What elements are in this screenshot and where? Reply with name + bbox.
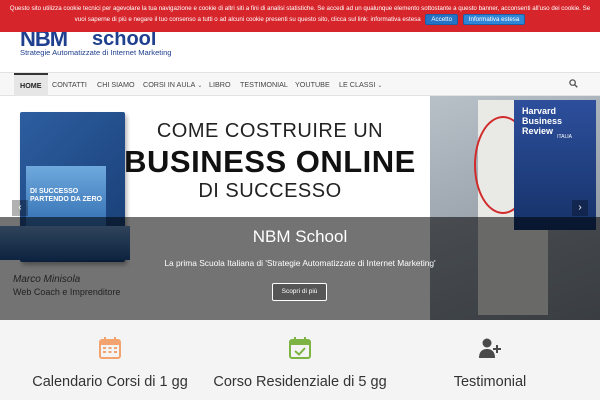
feature-label: Calendario Corsi di 1 gg: [32, 374, 188, 390]
nav-item-label: YOUTUBE: [295, 80, 330, 89]
nav-item-youtube[interactable]: YOUTUBE: [295, 73, 330, 96]
nav-item-libro[interactable]: LIBRO: [209, 73, 231, 96]
calendar-check-icon: [289, 337, 311, 359]
chevron-down-icon: ⌄: [377, 83, 383, 89]
cookie-info-button[interactable]: Informativa estesa: [462, 14, 526, 25]
nav-item-label: CORSI IN AULA: [143, 80, 196, 89]
nav-item-contatti[interactable]: CONTATTI: [52, 73, 87, 96]
main-nav: HOME CONTATTI CHI SIAMO CORSI IN AULA ⌄ L…: [0, 72, 600, 96]
nav-item-le-classi[interactable]: LE CLASSI ⌄: [339, 73, 382, 96]
logo-tagline: Strategie Automatizzate di Internet Mark…: [20, 48, 172, 57]
nav-item-corsi-in-aula[interactable]: CORSI IN AULA ⌄: [143, 73, 202, 96]
discover-more-button[interactable]: Scopri di più: [272, 283, 327, 301]
nav-item-label: LIBRO: [209, 80, 231, 89]
site-logo[interactable]: NBM school Strategie Automatizzate di In…: [20, 26, 190, 60]
features-section: Calendario Corsi di 1 gg Corso Residenzi…: [0, 320, 600, 400]
nav-item-testimonial[interactable]: TESTIMONIAL: [240, 73, 288, 96]
slider-prev-arrow-icon[interactable]: ‹: [12, 200, 28, 216]
nav-item-label: CONTATTI: [52, 80, 87, 89]
calendar-icon: [99, 337, 121, 359]
nav-item-chi-siamo[interactable]: CHI SIAMO: [97, 73, 135, 96]
magazine-edition: ITALIA: [557, 134, 572, 140]
feature-corso-residenziale[interactable]: Corso Residenziale di 5 gg: [205, 320, 395, 400]
nav-item-label: CHI SIAMO: [97, 80, 135, 89]
feature-label: Testimonial: [453, 374, 527, 390]
user-plus-icon: [479, 338, 501, 358]
nav-item-label: HOME: [20, 81, 42, 90]
hero-slider: DI SUCCESSO PARTENDO DA ZERO COME COSTRU…: [0, 96, 600, 320]
search-icon[interactable]: [569, 79, 578, 88]
cookie-banner: Questo sito utilizza cookie tecnici per …: [0, 0, 600, 32]
site-header: NBM school Strategie Automatizzate di In…: [0, 26, 600, 72]
nav-item-label: TESTIMONIAL: [240, 80, 288, 89]
nav-item-home[interactable]: HOME: [14, 73, 48, 96]
nav-item-label: LE CLASSI: [339, 80, 376, 89]
caption-title: NBM School: [252, 227, 348, 246]
magazine-title: Harvard Business Review: [522, 106, 563, 136]
cookie-accept-button[interactable]: Accetto: [425, 14, 459, 25]
feature-testimonial[interactable]: Testimonial: [395, 320, 585, 400]
caption-subtitle: La prima Scuola Italiana di 'Strategie A…: [164, 258, 436, 268]
feature-calendario[interactable]: Calendario Corsi di 1 gg: [15, 320, 205, 400]
slider-next-arrow-icon[interactable]: ›: [572, 200, 588, 216]
feature-label: Corso Residenziale di 5 gg: [213, 374, 387, 390]
author-role: Web Coach e Imprenditore: [13, 287, 121, 297]
chevron-down-icon: ⌄: [197, 83, 203, 89]
author-name: Marco Minisola: [13, 274, 81, 285]
